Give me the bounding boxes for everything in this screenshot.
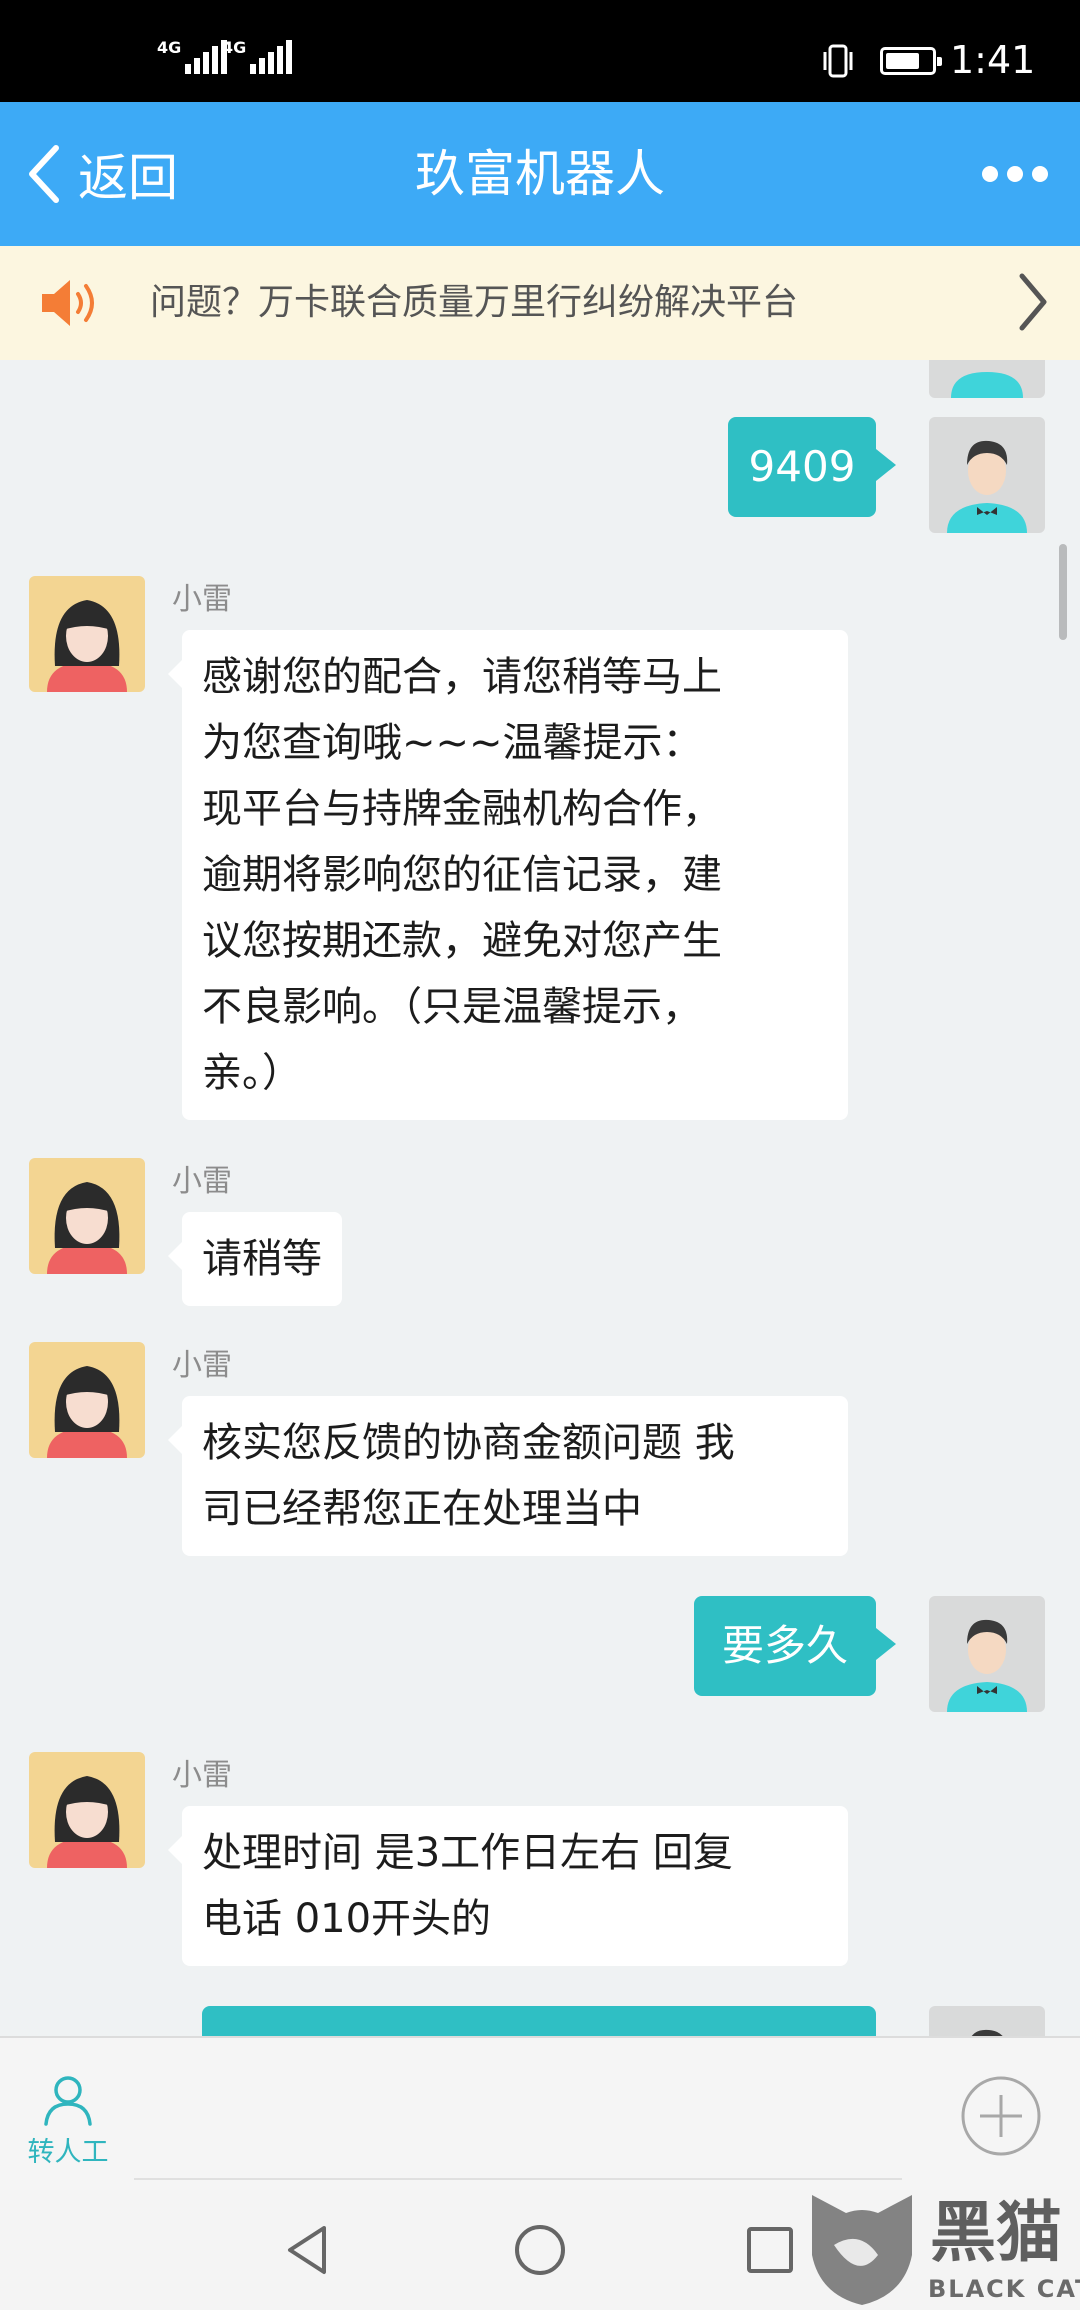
back-triangle-icon[interactable] <box>280 2220 340 2280</box>
user-avatar <box>929 417 1045 533</box>
signal-icon: 4G <box>222 40 295 74</box>
bot-avatar <box>29 576 145 692</box>
status-bar: 4G 4G 1:41 <box>0 0 1080 102</box>
message-line: 请稍等 <box>202 1236 322 1282</box>
message-line: 议您按期还款，避免对您产生 <box>202 918 722 964</box>
home-circle-icon[interactable] <box>510 2220 570 2280</box>
bot-message-bubble: 处理时间 是3工作日左右 回复 电话 010开头的 <box>168 1806 848 1966</box>
message-line: 为您查询哦~~~温馨提示： <box>202 720 703 766</box>
sender-name: 小雷 <box>172 1164 232 1199</box>
sender-name: 小雷 <box>172 1348 232 1383</box>
transfer-label: 转人工 <box>27 2137 109 2168</box>
bot-message-bubble: 请稍等 <box>168 1212 342 1306</box>
user-avatar <box>929 360 1045 398</box>
input-bar: 转人工 <box>0 2036 1080 2190</box>
sender-name: 小雷 <box>172 1758 232 1793</box>
bot-avatar <box>29 1158 145 1274</box>
message-line: 不良影响。（只是温馨提示， <box>202 984 702 1030</box>
message-text: 要多久 <box>721 1621 848 1670</box>
notice-text: 问题？万卡联合质量万里行纠纷解决平台 <box>150 282 799 323</box>
user-message-bubble <box>202 2006 876 2036</box>
bot-message-bubble: 核实您反馈的协商金额问题 我 司已经帮您正在处理当中 <box>168 1396 848 1556</box>
speaker-icon <box>42 280 94 326</box>
message-line: 核实您反馈的协商金额问题 我 <box>202 1420 735 1466</box>
user-avatar <box>929 1596 1045 1712</box>
user-message-bubble: 要多久 <box>694 1596 896 1696</box>
user-avatar <box>929 2006 1045 2036</box>
chevron-right-icon[interactable] <box>1012 270 1052 334</box>
blackcat-watermark: 黑猫 BLACK CAT <box>812 2194 1080 2305</box>
bot-message-bubble: 感谢您的配合，请您稍等马上 为您查询哦~~~温馨提示： 现平台与持牌金融机构合作… <box>168 630 848 1120</box>
message-line: 现平台与持牌金融机构合作， <box>202 786 722 832</box>
recents-square-icon[interactable] <box>740 2220 800 2280</box>
plus-icon[interactable] <box>960 2075 1042 2157</box>
network-type-label: 4G <box>222 38 247 57</box>
watermark-subtext: BLACK CAT <box>928 2275 1080 2303</box>
title-bar: 返回 玖富机器人 <box>0 102 1080 246</box>
bot-avatar <box>29 1752 145 1868</box>
message-input[interactable] <box>134 2178 902 2180</box>
bot-avatar <box>29 1342 145 1458</box>
person-icon <box>44 2076 92 2126</box>
message-line: 感谢您的配合，请您稍等马上 <box>202 654 722 700</box>
message-line: 电话 010开头的 <box>202 1896 492 1942</box>
battery-icon <box>880 47 942 75</box>
clock: 1:41 <box>950 38 1036 82</box>
page-title: 玖富机器人 <box>415 145 665 203</box>
scrollbar[interactable] <box>1059 544 1067 640</box>
chat-area[interactable]: 9409 小雷 感谢您的配合，请您稍等马上 为您查询哦~~~温馨提示： 现平台与… <box>0 360 1080 2036</box>
message-line: 司已经帮您正在处理当中 <box>202 1486 642 1532</box>
network-type-label: 4G <box>157 38 182 57</box>
message-line: 逾期将影响您的征信记录，建 <box>202 852 722 898</box>
more-icon[interactable] <box>982 162 1048 186</box>
message-line: 处理时间 是3工作日左右 回复 <box>202 1830 733 1876</box>
user-message-bubble: 9409 <box>728 417 896 517</box>
message-line: 亲。） <box>202 1050 302 1096</box>
notice-banner[interactable]: 问题？万卡联合质量万里行纠纷解决平台 <box>0 246 1080 360</box>
signal-icon: 4G <box>157 40 230 74</box>
message-text: 9409 <box>748 442 856 491</box>
watermark-text: 黑猫 <box>930 2194 1062 2271</box>
sender-name: 小雷 <box>172 582 232 617</box>
transfer-to-agent-button[interactable]: 转人工 <box>20 2074 116 2169</box>
vibrate-icon <box>823 44 853 78</box>
